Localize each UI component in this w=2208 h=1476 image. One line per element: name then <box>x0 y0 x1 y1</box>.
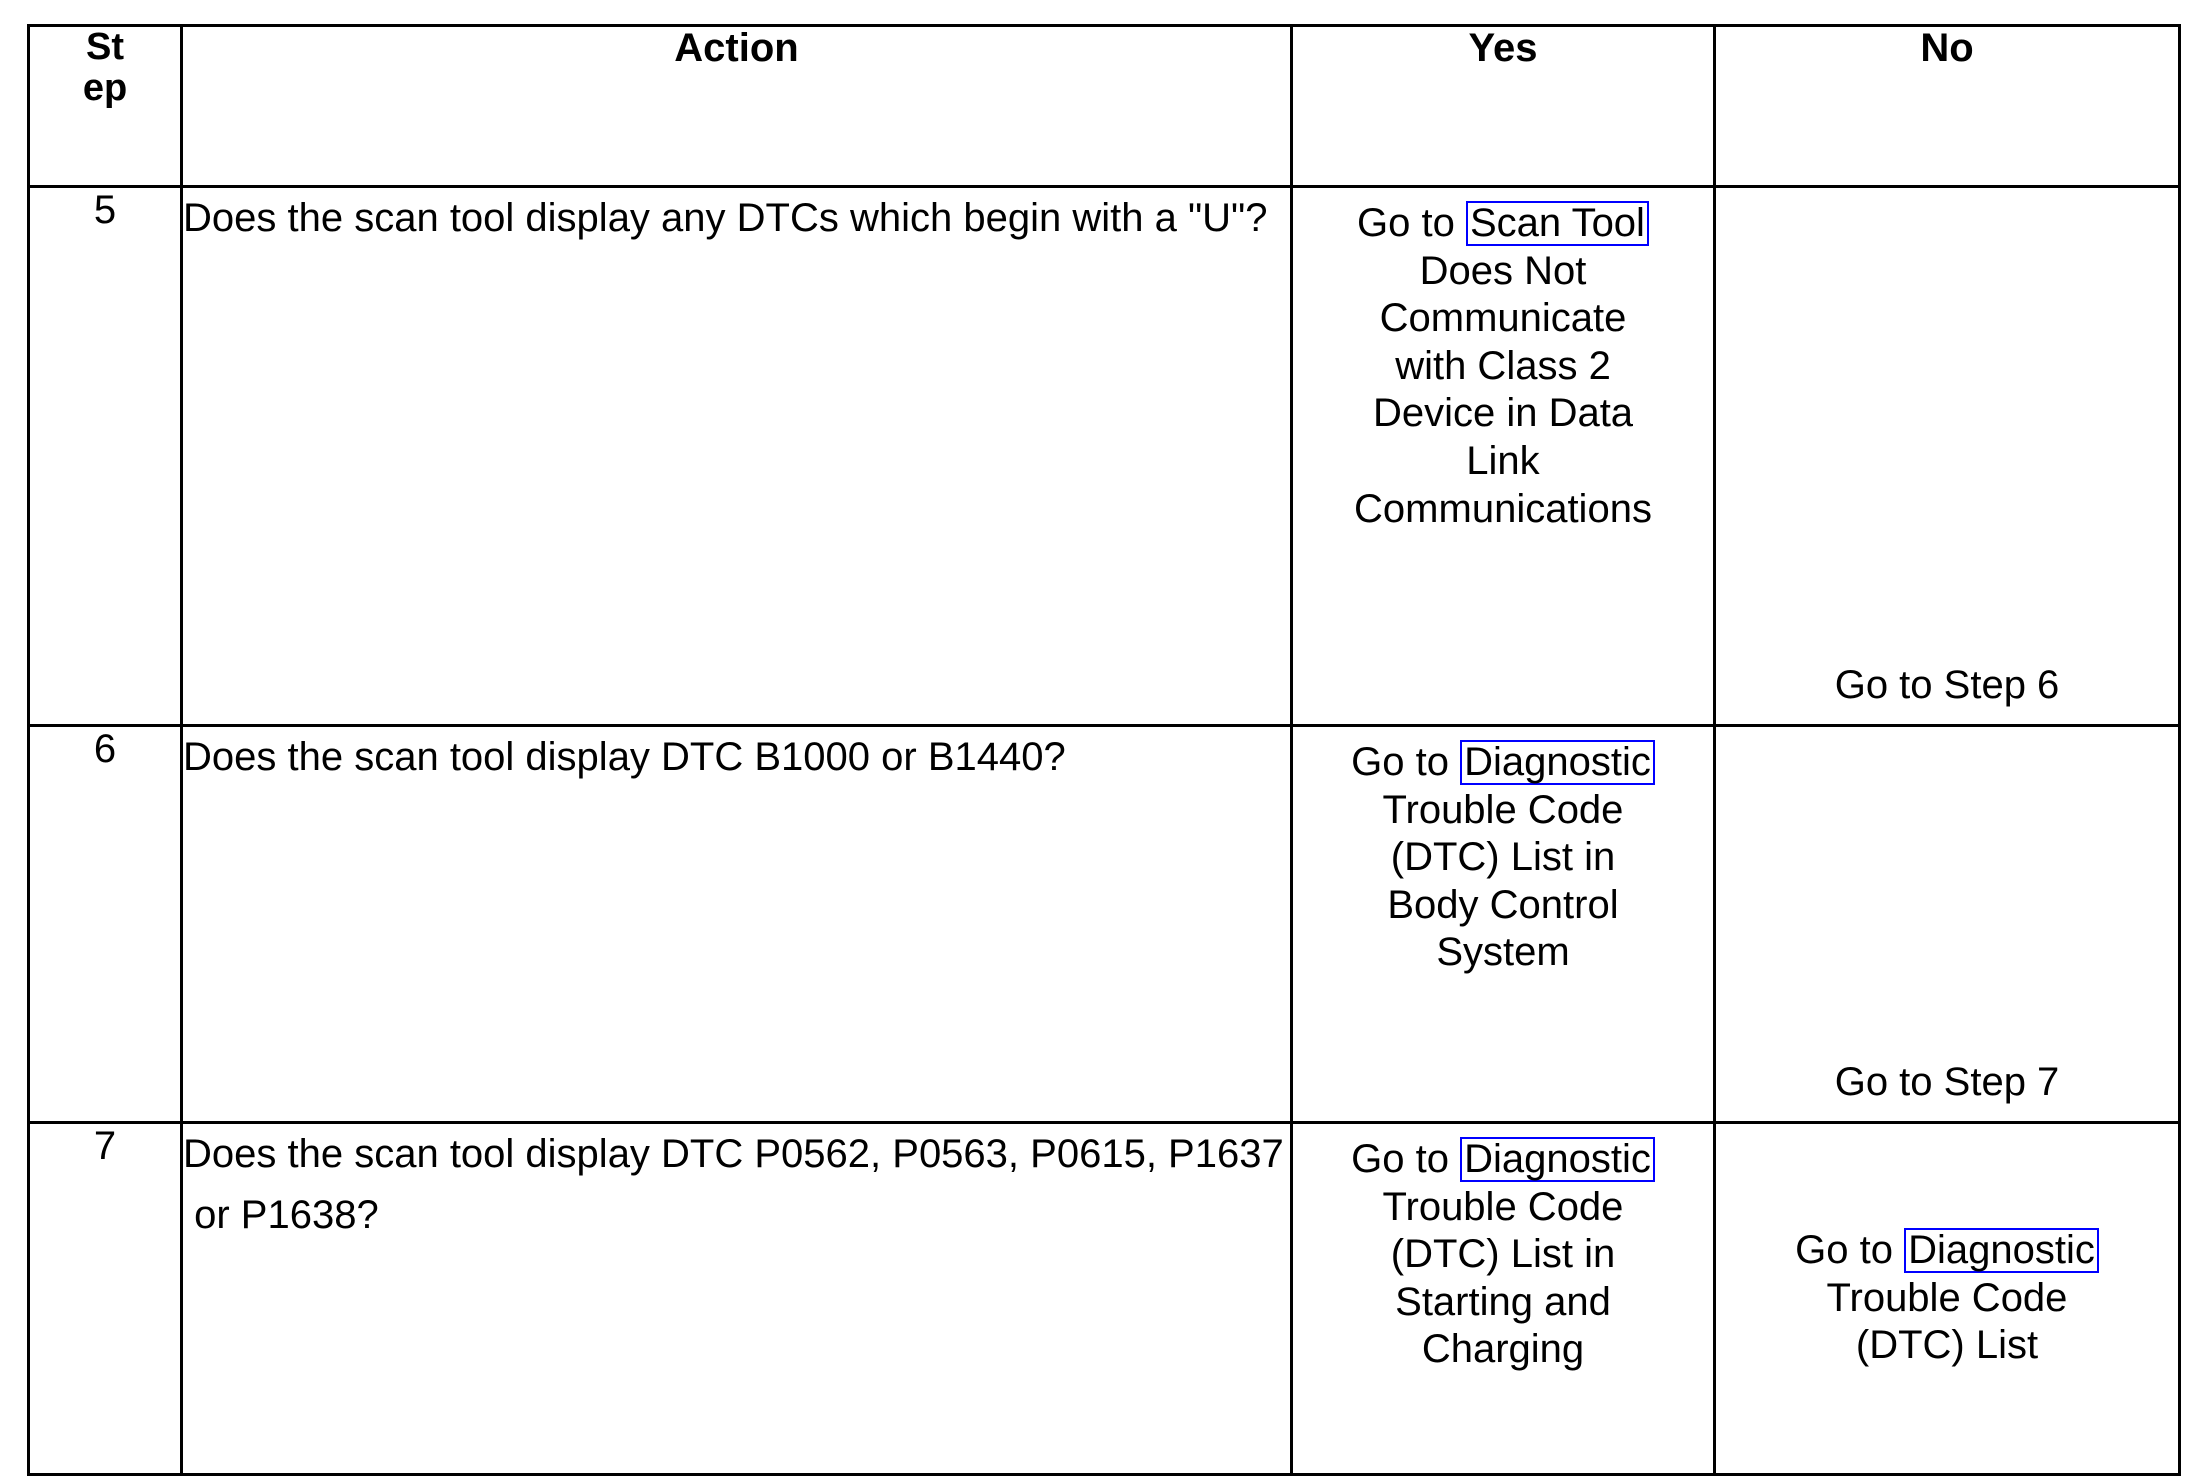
action-cell: Does the scan tool display DTC P0562, P0… <box>180 1121 1293 1476</box>
table-row: 7 Does the scan tool display DTC P0562, … <box>27 1121 2181 1476</box>
yes-branch-cell: Go to Diagnostic Trouble Code (DTC) List… <box>1290 1121 1716 1476</box>
action-text-line: Does the scan tool display DTC B1000 or … <box>183 735 1066 779</box>
column-header-no: No <box>1713 24 2181 188</box>
yes-branch-lead-text: Go to <box>1351 740 1449 784</box>
no-branch-first-line: Go to Diagnostic <box>1716 1227 2178 1275</box>
yes-branch-line: Trouble Code <box>1382 1184 1624 1229</box>
step-number-cell: 6 <box>27 724 183 1124</box>
no-branch-line: Go to Step 6 <box>1834 663 2060 708</box>
column-header-step-line2: ep <box>82 67 128 110</box>
yes-branch-line: Trouble Code <box>1382 787 1624 832</box>
yes-branch-link[interactable]: Scan Tool <box>1466 201 1649 246</box>
diagnostic-decision-table: St ep Action Yes No 5 Does the scan tool… <box>27 24 2181 1476</box>
yes-branch-line: System <box>1436 930 1570 975</box>
step-number-cell: 5 <box>27 185 183 727</box>
table-row: 6 Does the scan tool display DTC B1000 o… <box>27 724 2181 1124</box>
no-branch-cell: Go to Step 6 <box>1713 185 2181 727</box>
yes-branch-link[interactable]: Diagnostic <box>1460 1137 1655 1182</box>
no-branch-link[interactable]: Diagnostic <box>1904 1228 2099 1274</box>
diagnostic-table-page: St ep Action Yes No 5 Does the scan tool… <box>0 0 2208 1476</box>
step-number-cell: 7 <box>27 1121 183 1476</box>
table-body: 5 Does the scan tool display any DTCs wh… <box>27 185 2181 1476</box>
yes-branch-cell: Go to Scan Tool Does Not Communicate wit… <box>1290 185 1716 727</box>
yes-branch-first-line: Go to Diagnostic <box>1293 739 1713 787</box>
action-cell: Does the scan tool display DTC B1000 or … <box>180 724 1293 1124</box>
column-header-yes: Yes <box>1290 24 1716 188</box>
action-text-line: or P1638? <box>183 1192 379 1237</box>
yes-branch-line: Device in Data <box>1372 391 1634 436</box>
yes-branch-line: (DTC) List in <box>1390 1232 1616 1277</box>
yes-branch-first-line: Go to Scan Tool <box>1293 200 1713 248</box>
action-text-line: Does the scan tool display any DTCs whic… <box>183 196 1268 240</box>
action-cell: Does the scan tool display any DTCs whic… <box>180 185 1293 727</box>
yes-branch-line: Body Control <box>1387 882 1619 927</box>
yes-branch-line: Communications <box>1354 486 1652 531</box>
yes-branch-cell: Go to Diagnostic Trouble Code (DTC) List… <box>1290 724 1716 1124</box>
no-branch-cell: Go to Diagnostic Trouble Code (DTC) List <box>1713 1121 2181 1476</box>
column-header-step: St ep <box>27 24 183 188</box>
no-branch-line: Go to Step 7 <box>1834 1060 2060 1105</box>
yes-branch-line: Does Not <box>1419 248 1587 293</box>
yes-branch-lead-text: Go to <box>1357 201 1455 245</box>
no-branch-cell: Go to Step 7 <box>1713 724 2181 1124</box>
yes-branch-line: Communicate <box>1379 296 1627 341</box>
column-header-action: Action <box>180 24 1293 188</box>
yes-branch-line: (DTC) List in <box>1390 835 1616 880</box>
table-header: St ep Action Yes No <box>27 24 2181 188</box>
yes-branch-link[interactable]: Diagnostic <box>1460 740 1655 785</box>
no-branch-line: (DTC) List <box>1855 1323 2039 1368</box>
no-branch-line: Trouble Code <box>1826 1275 2068 1320</box>
yes-branch-first-line: Go to Diagnostic <box>1293 1136 1713 1184</box>
action-text-line: Does the scan tool display DTC P0562, P0… <box>183 1132 1284 1176</box>
yes-branch-line: with Class 2 <box>1395 343 1611 388</box>
column-header-step-line1: St <box>86 26 124 68</box>
yes-branch-line: Link <box>1466 438 1540 483</box>
no-branch-lead-text: Go to <box>1795 1228 1893 1273</box>
header-row: St ep Action Yes No <box>27 24 2181 188</box>
yes-branch-lead-text: Go to <box>1351 1137 1449 1181</box>
yes-branch-line: Charging <box>1421 1327 1585 1372</box>
table-row: 5 Does the scan tool display any DTCs wh… <box>27 185 2181 727</box>
yes-branch-line: Starting and <box>1395 1279 1611 1324</box>
